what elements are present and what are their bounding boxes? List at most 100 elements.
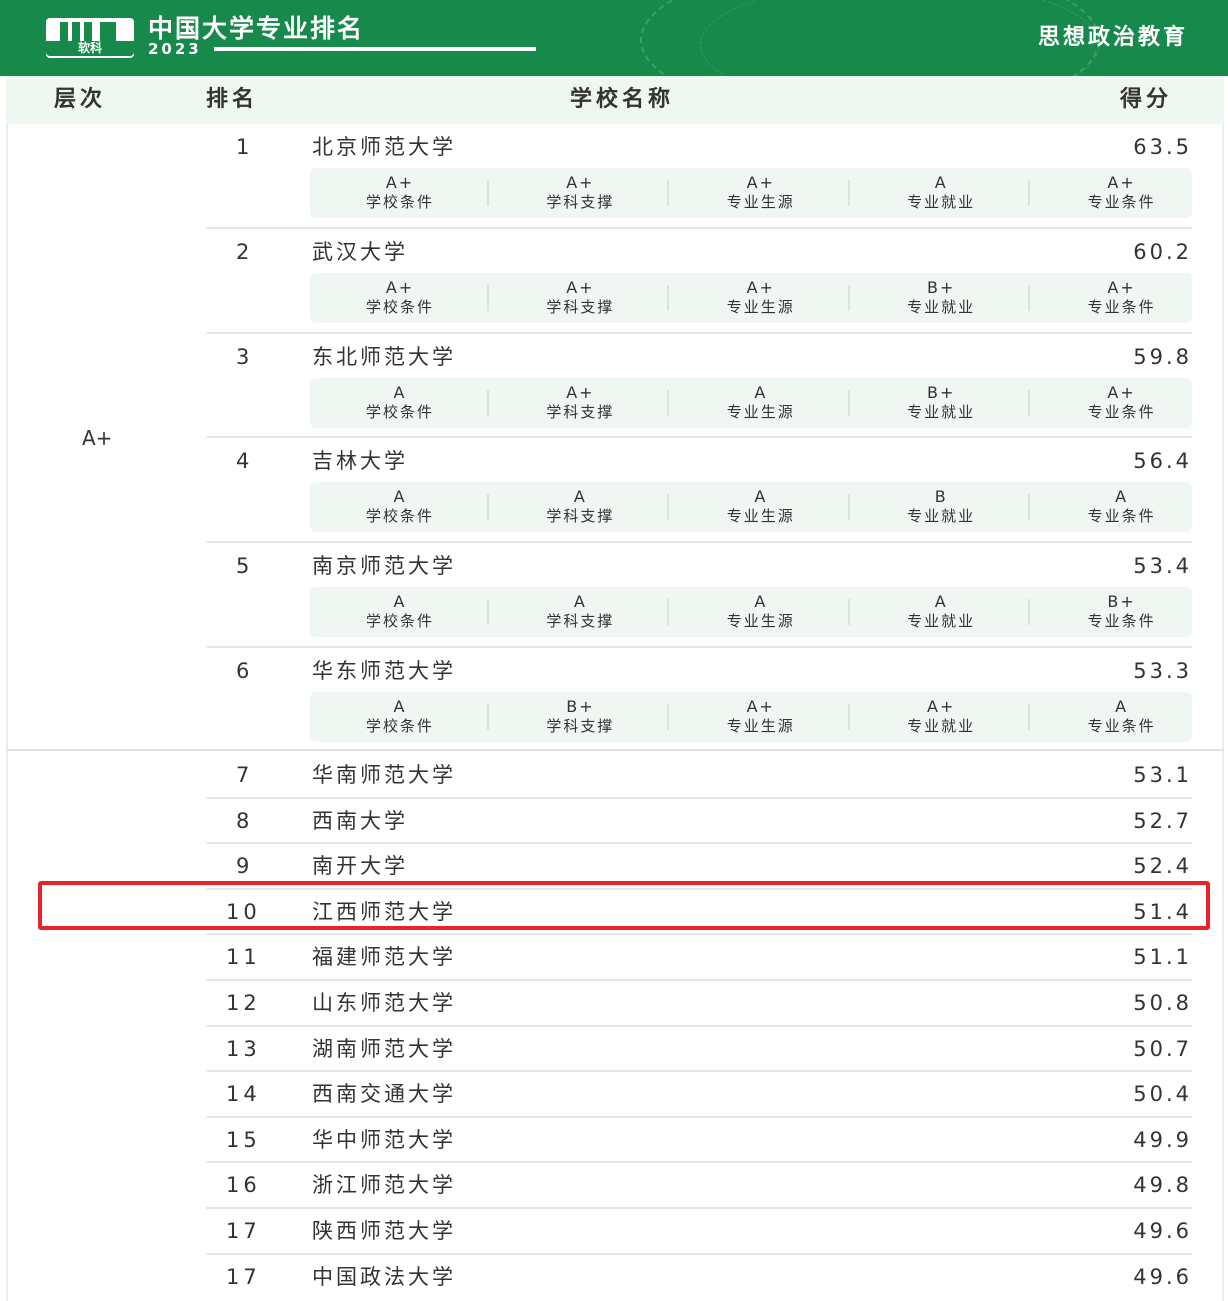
grade-divider <box>487 180 489 206</box>
grade-cell: A 专业条件 <box>1034 482 1210 532</box>
grade-cell: A+ 学科支撑 <box>492 168 670 218</box>
grade-label: 学科支撑 <box>546 612 615 631</box>
grade-divider <box>487 704 489 730</box>
grade-divider <box>847 599 850 626</box>
school-name: 陕西师范大学 <box>312 1219 456 1243</box>
grade-label: 专业条件 <box>1087 193 1156 211</box>
score-value: 53.1 <box>1133 763 1192 787</box>
grade-label: 专业生源 <box>726 612 795 631</box>
grade-value: A+ <box>927 697 956 716</box>
ranking-year: 2023 <box>148 40 202 58</box>
grade-label: 专业生源 <box>726 297 795 316</box>
rank-number: 2 <box>236 239 254 264</box>
score-value: 63.5 <box>1133 135 1192 159</box>
grade-divider <box>667 494 670 521</box>
school-name: 北京师范大学 <box>312 135 456 159</box>
grade-label: 专业就业 <box>907 612 976 631</box>
grade-cell: A 专业就业 <box>853 587 1031 637</box>
ranking-row: 1 北京师范大学 63.5 A+ 学校条件 A+ 学科支撑 A+ 专业生源 A 专业就业 A+ 专业条件 <box>206 124 1192 229</box>
rank-number: 6 <box>236 659 254 683</box>
grade-value: A <box>393 592 407 612</box>
level-label: A+ <box>82 426 113 450</box>
grade-breakdown: A 学校条件 B+ 学科支撑 A+ 专业生源 A+ 专业就业 A 专业条件 <box>310 692 1192 742</box>
grade-cell: A 学校条件 <box>312 587 489 637</box>
grade-breakdown: A+ 学校条件 A+ 学科支撑 A+ 专业生源 A 专业就业 A+ 专业条件 <box>310 168 1192 218</box>
grade-value: B+ <box>566 697 595 716</box>
ranking-header: 软科 中国大学专业排名 2023 思想政治教育 <box>0 0 1228 76</box>
score-value: 51.1 <box>1133 945 1192 970</box>
ranking-row: 2 武汉大学 60.2 A+ 学校条件 A+ 学科支撑 A+ 专业生源 B+ 专业就业 A+ 专业条件 <box>206 229 1192 334</box>
school-name: 福建师范大学 <box>312 945 456 970</box>
grade-divider <box>487 599 489 626</box>
grade-divider <box>847 494 850 521</box>
grade-label: 学校条件 <box>365 612 434 631</box>
grade-divider <box>1028 704 1031 730</box>
grade-value: B+ <box>1107 592 1136 612</box>
grade-divider <box>667 284 670 311</box>
grade-value: A+ <box>1107 382 1136 402</box>
grade-cell: A+ 学科支撑 <box>492 378 670 428</box>
grade-value: A+ <box>746 173 775 192</box>
grade-value: A+ <box>385 277 415 297</box>
grade-value: A <box>1115 487 1129 507</box>
grade-cell: A 专业生源 <box>673 378 850 428</box>
rank-number: 17 <box>226 1264 261 1289</box>
grade-label: 专业条件 <box>1087 612 1156 631</box>
grade-value: A <box>1115 697 1129 716</box>
score-value: 49.9 <box>1133 1127 1192 1152</box>
school-name: 武汉大学 <box>312 239 408 264</box>
grade-cell: A+ 专业就业 <box>853 692 1031 742</box>
column-rank: 排名 <box>206 87 259 112</box>
grade-divider <box>667 389 670 416</box>
grade-divider <box>1028 494 1031 521</box>
grade-divider <box>1028 284 1031 311</box>
score-value: 56.4 <box>1133 449 1192 474</box>
grade-divider <box>847 284 850 311</box>
ranking-row: 5 南京师范大学 53.4 A 学校条件 A 学科支撑 A 专业生源 A 专业就业 B+ 专业条件 <box>206 543 1192 648</box>
grade-value: A+ <box>566 173 595 192</box>
grade-label: 学科支撑 <box>546 717 615 735</box>
grade-label: 学科支撑 <box>546 402 615 421</box>
grade-cell: A+ 专业生源 <box>673 168 850 218</box>
grade-value: A+ <box>385 173 415 192</box>
rank-number: 1 <box>236 135 254 159</box>
ranking-row: 16 浙江师范大学 49.8 <box>206 1162 1192 1209</box>
rank-number: 16 <box>226 1173 261 1198</box>
school-name: 华南师范大学 <box>312 763 456 787</box>
grade-divider <box>1028 389 1031 416</box>
logo: 软科 <box>46 18 134 58</box>
grade-cell: A 专业生源 <box>673 482 850 532</box>
grade-cell: A+ 专业条件 <box>1034 273 1210 323</box>
rank-number: 17 <box>226 1219 261 1243</box>
grade-cell: A+ 专业条件 <box>1034 378 1210 428</box>
grade-breakdown: A 学校条件 A 学科支撑 A 专业生源 A 专业就业 B+ 专业条件 <box>310 587 1192 638</box>
grade-cell: B+ 学科支撑 <box>492 692 670 742</box>
score-value: 52.4 <box>1133 854 1192 879</box>
grade-label: 专业生源 <box>726 507 795 526</box>
grade-cell: A 学校条件 <box>312 378 489 428</box>
grade-breakdown: A 学校条件 A+ 学科支撑 A 专业生源 B+ 专业就业 A+ 专业条件 <box>310 377 1192 428</box>
grade-label: 专业条件 <box>1087 717 1156 735</box>
rank-number: 15 <box>226 1127 261 1152</box>
ranking-row: 14 西南交通大学 50.4 <box>206 1071 1192 1118</box>
school-name: 南京师范大学 <box>312 554 456 579</box>
grade-divider <box>667 599 670 626</box>
rank-number: 12 <box>226 991 261 1015</box>
score-value: 49.8 <box>1133 1173 1192 1198</box>
grade-value: A <box>393 697 407 716</box>
grade-label: 学科支撑 <box>546 507 615 526</box>
grade-label: 学校条件 <box>365 402 434 421</box>
rank-number: 7 <box>236 763 254 787</box>
grade-cell: A 学科支撑 <box>492 587 670 637</box>
grade-cell: A+ 学校条件 <box>312 168 489 218</box>
grade-value: A+ <box>1107 173 1136 192</box>
score-value: 50.7 <box>1133 1036 1192 1061</box>
score-value: 50.8 <box>1133 991 1192 1015</box>
grade-divider <box>667 180 670 206</box>
score-value: 50.4 <box>1133 1082 1192 1107</box>
grade-label: 专业就业 <box>907 297 976 316</box>
rank-number: 13 <box>226 1036 261 1061</box>
grade-value: B+ <box>926 382 956 402</box>
grade-value: A <box>393 382 407 402</box>
table-left-border <box>6 124 8 1301</box>
